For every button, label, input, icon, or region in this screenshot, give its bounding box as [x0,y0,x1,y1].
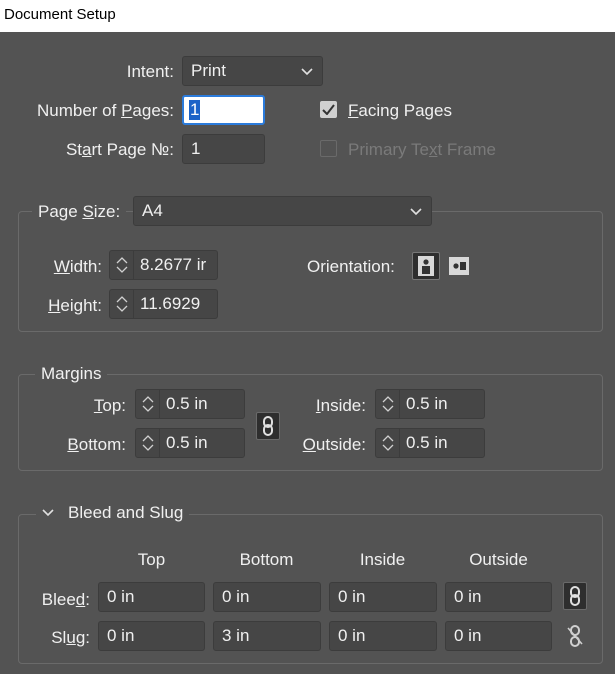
margins-title: Margins [35,364,108,384]
page-size-dropdown[interactable]: A4 [133,196,432,226]
number-of-pages-label: Number of Pages: [36,101,174,120]
margin-outside-value[interactable]: 0.5 in [400,429,484,457]
start-page-value: 1 [191,139,201,158]
bleed-slug-title: Bleed and Slug [68,503,184,522]
stepper-arrows[interactable] [376,429,400,457]
chain-link-icon [570,586,580,606]
column-header-outside: Outside [469,550,528,569]
page-size-value: A4 [142,201,163,220]
margin-bottom-value[interactable]: 0.5 in [160,429,244,457]
bleed-outside-value: 0 in [454,587,482,606]
chevron-up-icon[interactable] [142,435,154,442]
margin-bottom-stepper[interactable]: 0.5 in [135,428,245,458]
width-stepper[interactable]: 8.2677 ir [109,250,218,280]
bleed-label: Bleed: [41,590,90,609]
number-of-pages-input[interactable]: 1 [182,95,265,125]
checkmark-icon [322,104,335,115]
margin-inside-label: Inside: [315,396,366,415]
start-page-label: Start Page №: [65,140,174,159]
column-header-inside: Inside [359,550,406,569]
landscape-orientation-button[interactable] [446,252,472,280]
width-value[interactable]: 8.2677 ir [134,251,217,279]
chevron-up-icon[interactable] [116,296,128,303]
primary-text-frame-checkbox[interactable] [320,140,337,157]
margin-top-stepper[interactable]: 0.5 in [135,389,245,419]
chain-link-icon [263,416,273,436]
intent-label: Intent: [126,62,174,81]
stepper-arrows[interactable] [136,390,160,418]
orientation-label: Orientation: [307,257,395,276]
bleed-inside-value: 0 in [338,587,366,606]
stepper-arrows[interactable] [110,290,134,318]
chevron-down-icon [301,68,313,76]
slug-top-value: 0 in [107,626,135,645]
slug-bottom-value: 3 in [222,626,250,645]
bleed-inside-input[interactable]: 0 in [329,582,437,612]
margin-inside-stepper[interactable]: 0.5 in [375,389,485,419]
window-title: Document Setup [4,6,116,23]
chevron-up-icon[interactable] [116,257,128,264]
portrait-orientation-button[interactable] [412,252,440,280]
margin-outside-stepper[interactable]: 0.5 in [375,428,485,458]
broken-chain-link-icon [567,625,583,647]
height-label: Height: [48,296,102,315]
chevron-down-icon [410,208,422,216]
height-stepper[interactable]: 11.6929 [109,289,218,319]
column-header-top: Top [137,550,166,569]
slug-inside-input[interactable]: 0 in [329,621,437,651]
margin-top-value[interactable]: 0.5 in [160,390,244,418]
facing-pages-checkbox[interactable] [320,101,337,118]
slug-inside-value: 0 in [338,626,366,645]
slug-label: Slug: [51,628,90,647]
slug-link-button[interactable] [563,622,587,650]
landscape-icon [449,257,469,275]
chevron-down-icon[interactable] [116,266,128,273]
chevron-up-icon[interactable] [382,396,394,403]
bleed-bottom-input[interactable]: 0 in [213,582,321,612]
primary-text-frame-label: Primary Text Frame [348,140,496,159]
chevron-down-icon[interactable] [116,305,128,312]
slug-top-input[interactable]: 0 in [98,621,205,651]
bleed-top-value: 0 in [107,587,135,606]
portrait-icon [418,256,434,276]
slug-bottom-input[interactable]: 3 in [213,621,321,651]
margin-top-label: Top: [93,396,126,415]
start-page-input[interactable]: 1 [182,134,265,164]
stepper-arrows[interactable] [136,429,160,457]
chevron-down-icon[interactable] [382,405,394,412]
intent-dropdown[interactable]: Print [182,56,323,86]
window-titlebar: Document Setup [0,0,615,32]
page-size-label: Page Size: [32,202,127,222]
width-label: Width: [53,257,102,276]
margins-group [18,374,603,471]
height-value[interactable]: 11.6929 [134,290,217,318]
intent-value: Print [191,61,226,80]
slug-outside-input[interactable]: 0 in [445,621,552,651]
margins-link-button[interactable] [256,412,280,440]
bleed-slug-toggle[interactable]: Bleed and Slug [36,503,190,523]
slug-outside-value: 0 in [454,626,482,645]
chevron-down-icon[interactable] [382,444,394,451]
bleed-link-button[interactable] [563,582,587,610]
chevron-up-icon[interactable] [142,396,154,403]
stepper-arrows[interactable] [110,251,134,279]
chevron-down-icon[interactable] [142,444,154,451]
stepper-arrows[interactable] [376,390,400,418]
chevron-up-icon[interactable] [382,435,394,442]
number-of-pages-value: 1 [189,100,201,120]
column-header-bottom: Bottom [239,550,294,569]
bleed-top-input[interactable]: 0 in [98,582,205,612]
bleed-bottom-value: 0 in [222,587,250,606]
margin-bottom-label: Bottom: [67,435,126,454]
margin-inside-value[interactable]: 0.5 in [400,390,484,418]
margin-outside-label: Outside: [302,435,366,454]
chevron-down-icon[interactable] [42,509,54,517]
facing-pages-label: Facing Pages [348,101,452,120]
bleed-outside-input[interactable]: 0 in [445,582,552,612]
chevron-down-icon[interactable] [142,405,154,412]
